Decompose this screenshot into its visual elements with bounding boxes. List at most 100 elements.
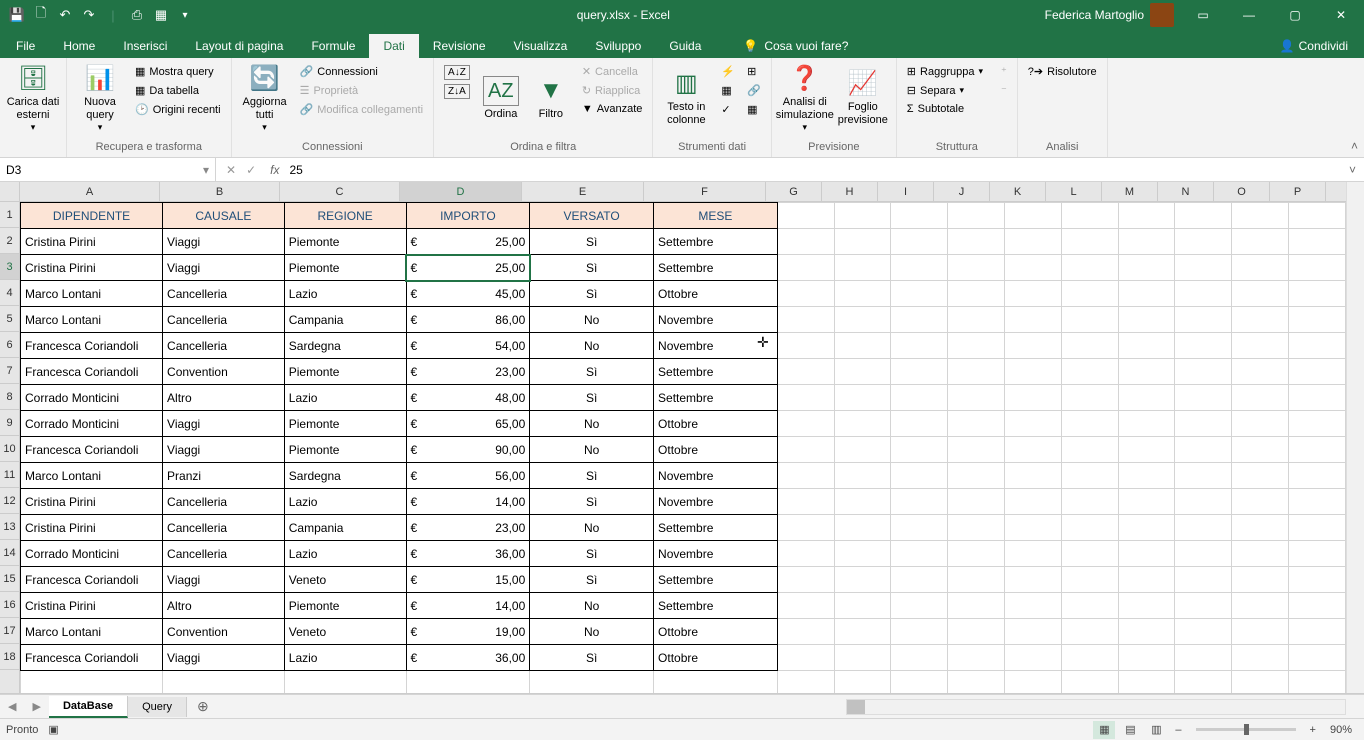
col-header-C[interactable]: C [280,182,400,201]
formula-input[interactable]: 25 [283,163,1341,177]
cell[interactable] [1061,411,1118,437]
cell[interactable]: 65,00 [406,411,530,437]
cell[interactable] [777,593,834,619]
cell[interactable] [948,515,1005,541]
risolutore-button[interactable]: ?➔Risolutore [1024,63,1101,80]
cell[interactable]: Settembre [654,515,778,541]
cell[interactable]: Lazio [284,489,406,515]
row-header-11[interactable]: 11 [0,462,19,488]
cell[interactable] [948,541,1005,567]
expand-formula-bar-icon[interactable]: ˅ [1341,163,1364,177]
cell[interactable] [1289,489,1346,515]
cell[interactable] [1232,515,1289,541]
cell[interactable]: 45,00 [406,281,530,307]
cell[interactable]: No [530,619,654,645]
column-headers[interactable]: ABCDEFGHIJKLMNOP [20,182,1346,202]
cell[interactable] [1061,489,1118,515]
cell[interactable] [1005,385,1062,411]
cell[interactable] [1289,463,1346,489]
cell[interactable] [777,541,834,567]
header-cell[interactable] [777,203,834,229]
cell[interactable]: Viaggi [163,437,285,463]
zoom-in-button[interactable]: + [1306,724,1320,736]
cell[interactable] [1175,359,1232,385]
cell[interactable] [948,567,1005,593]
col-header-O[interactable]: O [1214,182,1270,201]
cell[interactable]: Piemonte [284,229,406,255]
cell[interactable] [1289,359,1346,385]
sheet-nav-prev-icon[interactable]: ◀ [0,700,24,713]
cell[interactable] [1289,541,1346,567]
cell[interactable]: Francesca Coriandoli [21,645,163,671]
cell[interactable] [891,593,948,619]
cell[interactable]: Cancelleria [163,281,285,307]
cell[interactable]: Cancelleria [163,515,285,541]
cell[interactable] [1005,593,1062,619]
cell[interactable] [1232,671,1289,694]
cell[interactable] [777,281,834,307]
cell[interactable] [1061,619,1118,645]
col-header-F[interactable]: F [644,182,766,201]
cell[interactable] [834,333,891,359]
cell[interactable] [777,411,834,437]
subtotale-button[interactable]: ΣSubtotale [903,101,987,117]
header-cell[interactable] [948,203,1005,229]
filtro-button[interactable]: ▼Filtro [528,63,574,135]
row-header-4[interactable]: 4 [0,280,19,306]
cell[interactable]: Viaggi [163,645,285,671]
cell[interactable]: Marco Lontani [21,281,163,307]
cell[interactable]: Francesca Coriandoli [21,437,163,463]
cell[interactable]: Lazio [284,541,406,567]
cell[interactable] [834,541,891,567]
cell[interactable] [834,281,891,307]
cell[interactable] [1061,541,1118,567]
cell[interactable] [1118,463,1175,489]
cell[interactable] [834,411,891,437]
cell[interactable] [948,671,1005,694]
cell[interactable] [21,671,163,694]
row-header-16[interactable]: 16 [0,592,19,618]
cell[interactable] [1061,515,1118,541]
cell[interactable]: No [530,593,654,619]
zoom-out-button[interactable]: – [1171,724,1185,736]
cell[interactable] [948,437,1005,463]
cell[interactable] [834,489,891,515]
cell[interactable] [1118,411,1175,437]
cell[interactable]: Corrado Monticini [21,411,163,437]
cell[interactable]: Sì [530,255,654,281]
cell[interactable] [1232,411,1289,437]
chevron-down-icon[interactable]: ▾ [203,163,209,177]
cell[interactable] [777,359,834,385]
cell[interactable] [1175,437,1232,463]
page-layout-view-button[interactable]: ▤ [1119,721,1141,739]
cell[interactable] [1005,437,1062,463]
tab-layout[interactable]: Layout di pagina [181,34,297,58]
col-header-N[interactable]: N [1158,182,1214,201]
header-cell[interactable] [891,203,948,229]
undo-icon[interactable]: ↶ [54,4,76,26]
col-header-P[interactable]: P [1270,182,1326,201]
cell[interactable]: Piemonte [284,437,406,463]
tab-home[interactable]: Home [49,34,109,58]
scrollbar-thumb[interactable] [847,700,865,714]
cell[interactable]: Francesca Coriandoli [21,333,163,359]
cell[interactable]: 56,00 [406,463,530,489]
cell[interactable] [1175,307,1232,333]
cell[interactable] [948,593,1005,619]
cell[interactable]: Pranzi [163,463,285,489]
row-header-10[interactable]: 10 [0,436,19,462]
user-account[interactable]: Federica Martoglio [1045,3,1180,27]
cell[interactable]: 14,00 [406,593,530,619]
cell[interactable] [1175,567,1232,593]
cell[interactable]: Sì [530,229,654,255]
header-cell[interactable]: VERSATO [530,203,654,229]
cell[interactable]: Sì [530,567,654,593]
cell[interactable]: Cristina Pirini [21,593,163,619]
cell[interactable] [1175,671,1232,694]
cell[interactable] [1061,281,1118,307]
cell[interactable] [948,385,1005,411]
data-validation-button[interactable]: ✓ [717,101,739,118]
col-header-D[interactable]: D [400,182,522,201]
cell[interactable] [777,229,834,255]
cell[interactable] [284,671,406,694]
